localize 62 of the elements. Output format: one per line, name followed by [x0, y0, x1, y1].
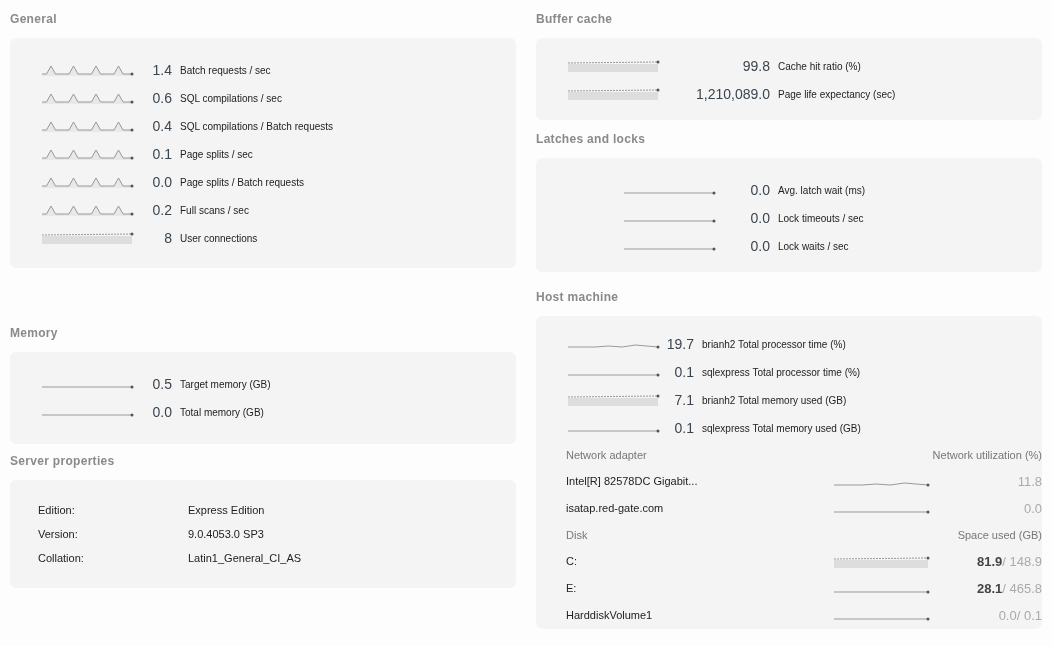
- metric-label: Target memory (GB): [180, 377, 271, 392]
- column-header: Network utilization (%): [932, 447, 1042, 463]
- column-header: Disk: [566, 527, 588, 543]
- metric-label: sqlexpress Total processor time (%): [702, 365, 861, 380]
- metric-label: Batch requests / sec: [180, 63, 271, 78]
- property-value: Latin1_General_CI_AS: [188, 550, 302, 566]
- metric-value: 99.8: [741, 56, 771, 76]
- metric-value: 0.0: [749, 208, 771, 228]
- metric-value: 0.0: [151, 172, 173, 192]
- metric-value: 0.5: [151, 374, 173, 394]
- metric-label: Cache hit ratio (%): [778, 59, 861, 74]
- metric-value: 7.1: [673, 390, 695, 410]
- metric-label: Page splits / Batch requests: [180, 175, 304, 190]
- metric-label: brianh2 Total memory used (GB): [702, 393, 847, 408]
- metric-value: 19.7: [665, 334, 695, 354]
- metric-label: sqlexpress Total memory used (GB): [702, 421, 861, 436]
- section-title: Server properties: [10, 453, 116, 470]
- metric-value: 0.0: [749, 236, 771, 256]
- metric-label: SQL compilations / Batch requests: [180, 119, 334, 134]
- section-title: Host machine: [536, 289, 620, 306]
- row-value: 0.0: [1022, 499, 1042, 518]
- metric-value: 0.2: [151, 200, 173, 220]
- property-name: Collation:: [38, 550, 85, 566]
- metric-label: brianh2 Total processor time (%): [702, 337, 846, 352]
- metric-label: Lock timeouts / sec: [778, 211, 864, 226]
- metric-label: User connections: [180, 231, 258, 246]
- section-title: General: [10, 11, 58, 28]
- metric-value: 0.0: [151, 402, 173, 422]
- column-header: Network adapter: [566, 447, 647, 463]
- row-value: 11.8: [1016, 472, 1042, 491]
- metric-value: 8: [163, 228, 173, 248]
- metric-label: Page life expectancy (sec): [778, 87, 896, 102]
- section-title: Buffer cache: [536, 11, 614, 28]
- metric-value: 0.6: [151, 88, 173, 108]
- row-name: HarddiskVolume1: [566, 608, 654, 624]
- column-header: Space used (GB): [957, 527, 1042, 543]
- property-value: Express Edition: [188, 502, 265, 518]
- metric-value: 0.1: [673, 418, 695, 438]
- row-name: E:: [566, 581, 578, 597]
- property-name: Version:: [38, 526, 79, 542]
- metric-value: 0.1: [673, 362, 695, 382]
- row-name: isatap.red-gate.com: [566, 501, 665, 517]
- metric-label: Lock waits / sec: [778, 239, 849, 254]
- metric-label: Total memory (GB): [180, 405, 264, 420]
- metric-label: Full scans / sec: [180, 203, 249, 218]
- section-title: Latches and locks: [536, 131, 647, 148]
- metric-value: 1.4: [151, 60, 173, 80]
- section-title: Memory: [10, 325, 59, 342]
- row-value: 0.0/ 0.1: [997, 606, 1042, 625]
- row-name: Intel[R] 82578DC Gigabit...: [566, 474, 699, 490]
- metric-value: 0.1: [151, 144, 173, 164]
- metric-value: 0.4: [151, 116, 173, 136]
- metric-value: 0.0: [749, 180, 771, 200]
- row-value: 28.1/ 465.8: [975, 579, 1042, 598]
- metric-label: Page splits / sec: [180, 147, 253, 162]
- row-value: 81.9/ 148.9: [975, 552, 1042, 571]
- row-name: C:: [566, 554, 578, 570]
- metric-label: Avg. latch wait (ms): [778, 183, 866, 198]
- metric-label: SQL compilations / sec: [180, 91, 282, 106]
- property-name: Edition:: [38, 502, 76, 518]
- metric-value: 1,210,089.0: [695, 84, 771, 104]
- property-value: 9.0.4053.0 SP3: [188, 526, 264, 542]
